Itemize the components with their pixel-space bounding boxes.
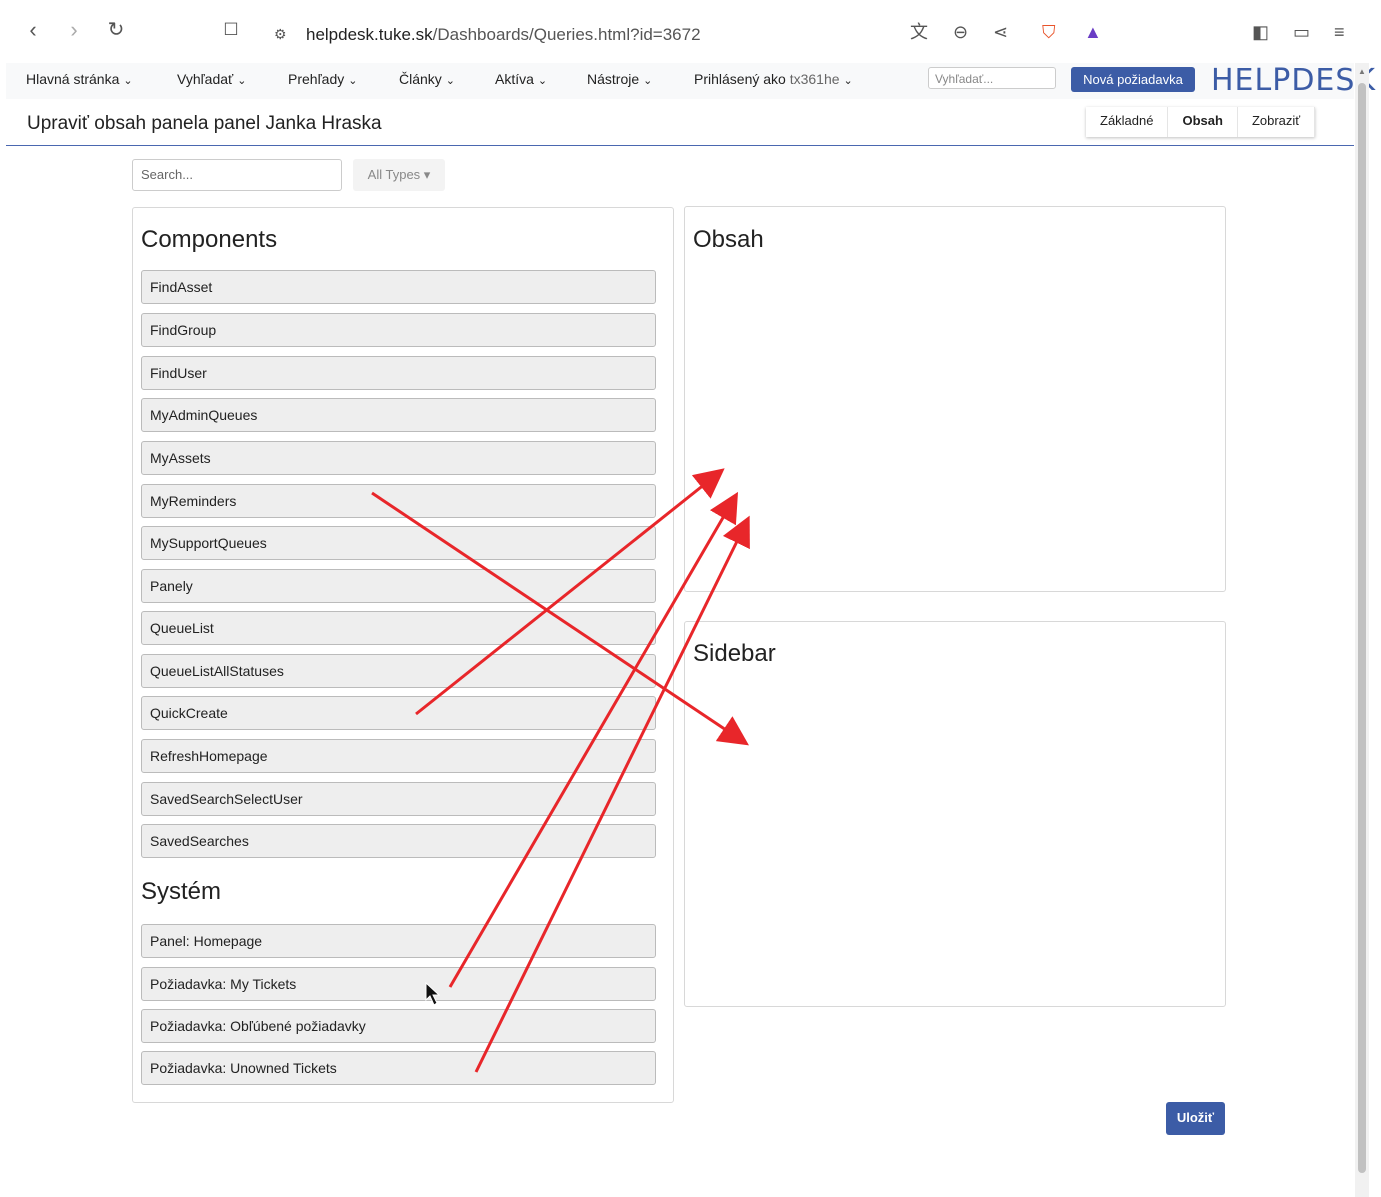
list-item[interactable]: SavedSearchSelectUser [141,782,656,816]
menu-icon[interactable]: ≡ [1334,22,1345,42]
menu-logged-user[interactable]: Prihlásený ako tx361he ⌄ [694,71,853,87]
chevron-down-icon: ⌄ [537,75,548,87]
tab-basics[interactable]: Základné [1086,107,1169,137]
list-item[interactable]: Požiadavka: My Tickets [141,967,656,1001]
scroll-up-icon[interactable]: ▲ [1358,67,1366,76]
translate-icon[interactable]: 文 [910,22,928,42]
chevron-down-icon: ⌄ [643,75,653,87]
available-components-panel: Components FindAsset FindGroup FindUser … [132,207,674,1103]
list-item[interactable]: FindGroup [141,313,656,347]
back-icon[interactable]: ‹ [21,18,45,42]
sidebar-dropzone[interactable]: Sidebar [684,621,1226,1007]
list-item[interactable]: Panely [141,569,656,603]
chevron-down-icon: ⌄ [843,75,853,87]
menu-label: Vyhľadať [177,71,234,87]
list-item[interactable]: Požiadavka: Obľúbené požiadavky [141,1009,656,1043]
sidebar-heading: Sidebar [693,640,776,667]
brand-logo[interactable]: HELPDESK [1211,63,1376,98]
browser-toolbar: ‹ › ↻ ☐ ⚙ helpdesk.tuke.sk/Dashboards/Qu… [0,0,1381,63]
save-button[interactable]: Uložiť [1166,1102,1225,1135]
site-settings-icon[interactable]: ⚙ [274,24,287,44]
url-path: /Dashboards/Queries.html?id=3672 [432,25,701,44]
tab-show[interactable]: Zobraziť [1238,107,1316,137]
menu-label: Hlavná stránka [26,71,120,87]
reload-icon[interactable]: ↻ [104,18,128,42]
system-heading: Systém [141,878,222,905]
menu-tools[interactable]: Nástroje ⌄ [587,71,652,87]
wallet-icon[interactable]: ▭ [1293,22,1310,42]
zoom-out-icon[interactable]: ⊖ [953,22,968,42]
menu-label: Prehľady [288,71,345,87]
list-item[interactable]: FindUser [141,356,656,390]
list-item[interactable]: QueueList [141,611,656,645]
forward-icon[interactable]: › [62,18,86,42]
nav-search-input[interactable]: Vyhľadať... [928,67,1056,89]
list-item[interactable]: MyReminders [141,484,656,518]
list-item[interactable]: MySupportQueues [141,526,656,560]
share-icon[interactable]: ⋖ [993,22,1008,42]
page-title: Upraviť obsah panela panel Janka Hraska [27,113,382,134]
chevron-down-icon: ⌄ [123,75,133,87]
component-search-input[interactable]: Search... [132,159,342,191]
chevron-down-icon: ⌄ [348,75,358,87]
username: tx361he [789,71,840,87]
menu-search[interactable]: Vyhľadať ⌄ [177,71,247,87]
list-item[interactable]: Panel: Homepage [141,924,656,958]
list-item[interactable]: SavedSearches [141,824,656,858]
menu-label: Aktíva [495,71,534,87]
brave-rewards-icon[interactable]: ▲ [1084,22,1102,42]
address-bar[interactable]: ⚙ helpdesk.tuke.sk/Dashboards/Queries.ht… [258,15,1116,53]
list-item[interactable]: QuickCreate [141,696,656,730]
menu-articles[interactable]: Články ⌄ [399,71,455,87]
components-heading: Components [141,226,278,253]
list-item[interactable]: RefreshHomepage [141,739,656,773]
page-header: Upraviť obsah panela panel Janka Hraska … [6,100,1354,146]
menu-home[interactable]: Hlavná stránka ⌄ [26,71,133,87]
list-item[interactable]: MyAdminQueues [141,398,656,432]
chevron-down-icon: ⌄ [445,75,456,87]
bookmark-icon[interactable]: ☐ [219,18,243,42]
logged-label: Prihlásený ako [694,71,786,87]
menu-label: Články [399,71,442,87]
obsah-heading: Obsah [693,226,764,253]
menu-label: Nástroje [587,71,640,87]
new-request-button[interactable]: Nová požiadavka [1071,67,1195,92]
scroll-thumb[interactable] [1358,83,1366,1173]
url-host: helpdesk.tuke.sk [306,25,433,44]
page-tabs: Základné Obsah Zobraziť [1086,107,1316,137]
list-item[interactable]: MyAssets [141,441,656,475]
app-navbar: Hlavná stránka ⌄ Vyhľadať ⌄ Prehľady ⌄ Člán… [6,63,1375,99]
sidebar-toggle-icon[interactable]: ◧ [1252,22,1269,42]
list-item[interactable]: FindAsset [141,270,656,304]
menu-assets[interactable]: Aktíva ⌄ [495,71,547,87]
list-item[interactable]: Požiadavka: Unowned Tickets [141,1051,656,1085]
page-scrollbar[interactable]: ▲ [1355,63,1369,1197]
types-dropdown[interactable]: All Types ▾ [353,159,445,191]
menu-reports[interactable]: Prehľady ⌄ [288,71,357,87]
obsah-dropzone[interactable]: Obsah [684,206,1226,592]
tab-content[interactable]: Obsah [1168,107,1238,137]
list-item[interactable]: QueueListAllStatuses [141,654,656,688]
chevron-down-icon: ⌄ [237,75,247,87]
brave-shield-icon[interactable]: ⛉ [1042,22,1056,42]
